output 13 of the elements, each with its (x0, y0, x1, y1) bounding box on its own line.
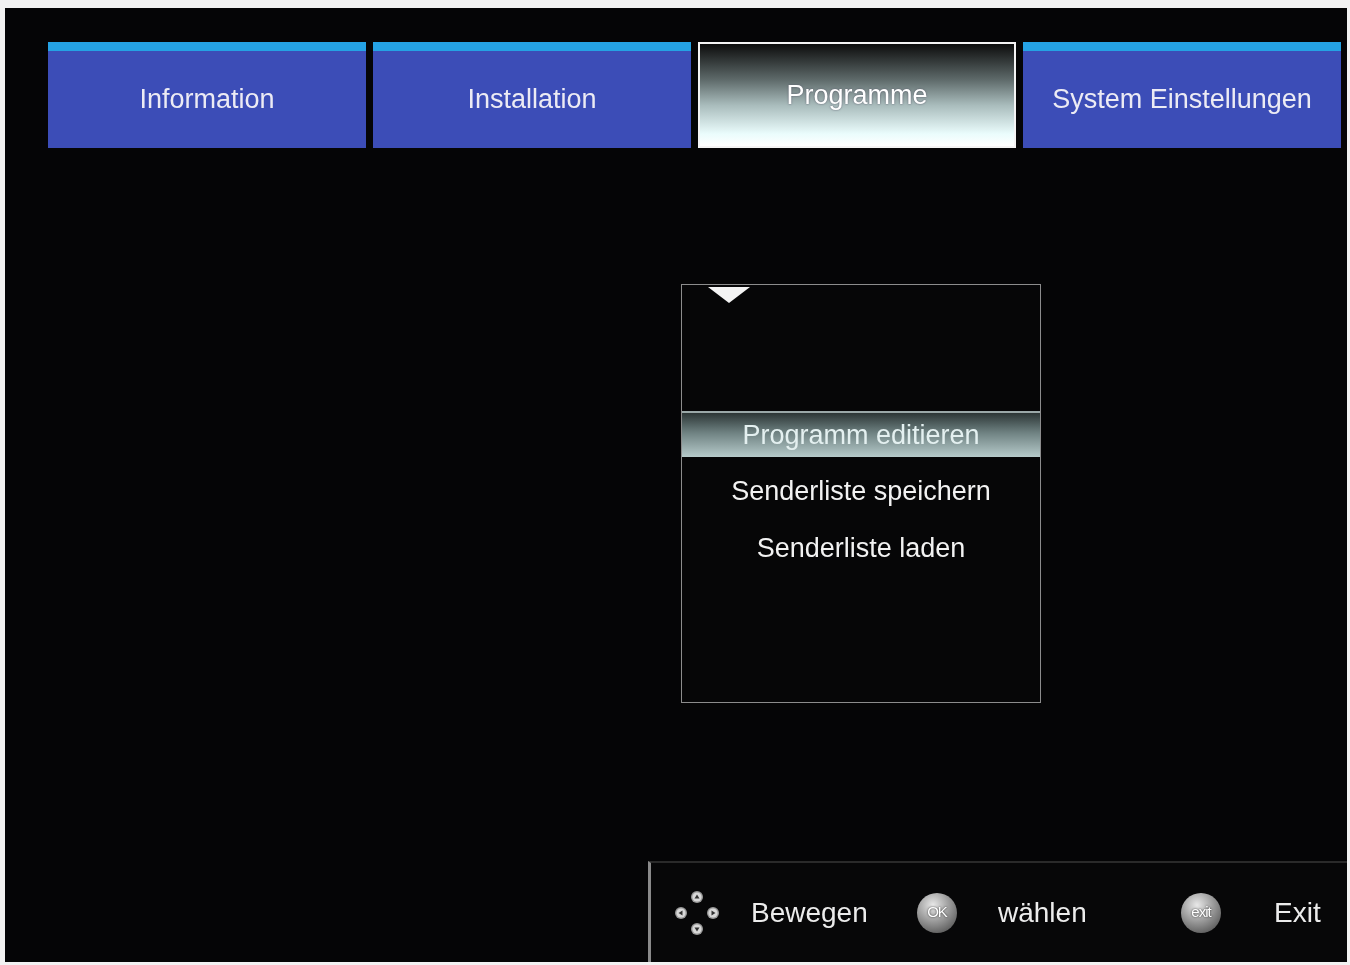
hint-label: Exit (1274, 895, 1321, 930)
menu-item[interactable]: Senderliste speichern (682, 468, 1040, 514)
hint-label: Bewegen (751, 895, 868, 930)
menu-tab[interactable]: Installation (373, 42, 691, 148)
menu-item[interactable]: Senderliste laden (682, 525, 1040, 571)
menu-item[interactable]: Programm editieren (682, 411, 1040, 457)
menu-tab[interactable]: System Einstellungen (1023, 42, 1341, 148)
menu-tab[interactable]: Information (48, 42, 366, 148)
triangle-down-icon (708, 287, 750, 303)
remote-key-badge: exit (1181, 892, 1221, 933)
hint-label: wählen (998, 895, 1087, 930)
direction-pad-icon (675, 890, 719, 935)
remote-key-badge: OK (917, 892, 957, 933)
